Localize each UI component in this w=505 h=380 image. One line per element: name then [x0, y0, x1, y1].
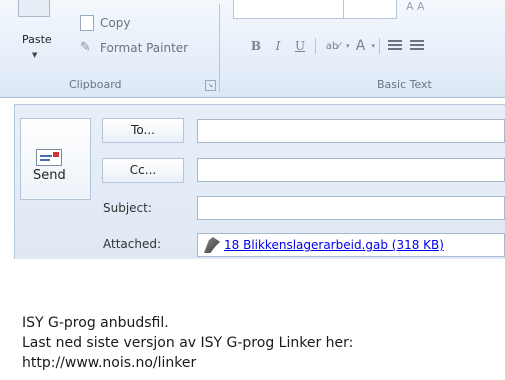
paste-label: Paste	[22, 33, 52, 46]
underline-button[interactable]: U	[289, 39, 311, 53]
paste-button[interactable]: Paste ▼	[10, 0, 60, 72]
formatting-toolbar: B I U ab⁄ ▾ A ▾	[245, 37, 428, 55]
toolbar-divider	[315, 38, 316, 54]
font-color-dropdown-icon[interactable]: ▾	[372, 42, 376, 50]
align-left-icon[interactable]	[388, 40, 403, 52]
send-mail-icon	[36, 149, 62, 166]
attachment-file-icon	[204, 237, 220, 253]
font-size-box[interactable]	[343, 0, 397, 19]
basic-text-group-label: Basic Text	[377, 78, 432, 91]
copy-label: Copy	[100, 16, 131, 30]
format-painter-button[interactable]: ✎ Format Painter	[80, 38, 188, 58]
send-button[interactable]: Send	[20, 118, 91, 200]
font-name-box[interactable]	[233, 0, 345, 19]
format-painter-label: Format Painter	[100, 41, 189, 55]
paintbrush-icon: ✎	[80, 40, 91, 55]
body-line: ISY G-prog anbudsfil.	[22, 315, 169, 331]
body-line: http://www.nois.no/linker	[22, 355, 197, 371]
group-separator	[219, 4, 220, 92]
clipboard-group-label: Clipboard	[69, 78, 122, 91]
to-field[interactable]	[197, 119, 505, 143]
attachment-field: 18 Blikkenslagerarbeid.gab (318 KB)	[197, 233, 505, 257]
toolbar-divider	[379, 38, 381, 54]
subject-label: Subject:	[103, 201, 152, 215]
message-body[interactable]: ISY G-prog anbudsfil. Last ned siste ver…	[22, 313, 353, 373]
subject-field[interactable]	[197, 196, 505, 220]
grow-shrink-font-icon[interactable]: A A	[406, 0, 425, 13]
bold-button[interactable]: B	[245, 39, 267, 53]
align-center-icon[interactable]	[410, 40, 425, 52]
ribbon: Paste ▼ Copy ✎ Format Painter Clipboard …	[0, 0, 505, 98]
body-line: Last ned siste versjon av ISY G-prog Lin…	[22, 335, 354, 351]
cc-button[interactable]: Cc...	[102, 158, 184, 183]
copy-button[interactable]: Copy	[80, 13, 130, 33]
attached-label: Attached:	[103, 237, 162, 251]
dropdown-arrow-icon: ▼	[32, 51, 38, 59]
cc-field[interactable]	[197, 158, 505, 182]
italic-button[interactable]: I	[267, 39, 289, 53]
attachment-link[interactable]: 18 Blikkenslagerarbeid.gab (318 KB)	[224, 238, 444, 252]
highlight-button[interactable]: ab⁄	[320, 41, 346, 52]
to-button[interactable]: To...	[102, 118, 184, 143]
clipboard-icon	[18, 0, 50, 17]
font-color-button[interactable]: A	[350, 38, 372, 54]
send-label: Send	[33, 168, 66, 183]
dialog-launcher-icon[interactable]: ↘	[205, 80, 216, 91]
copy-icon	[80, 15, 94, 31]
